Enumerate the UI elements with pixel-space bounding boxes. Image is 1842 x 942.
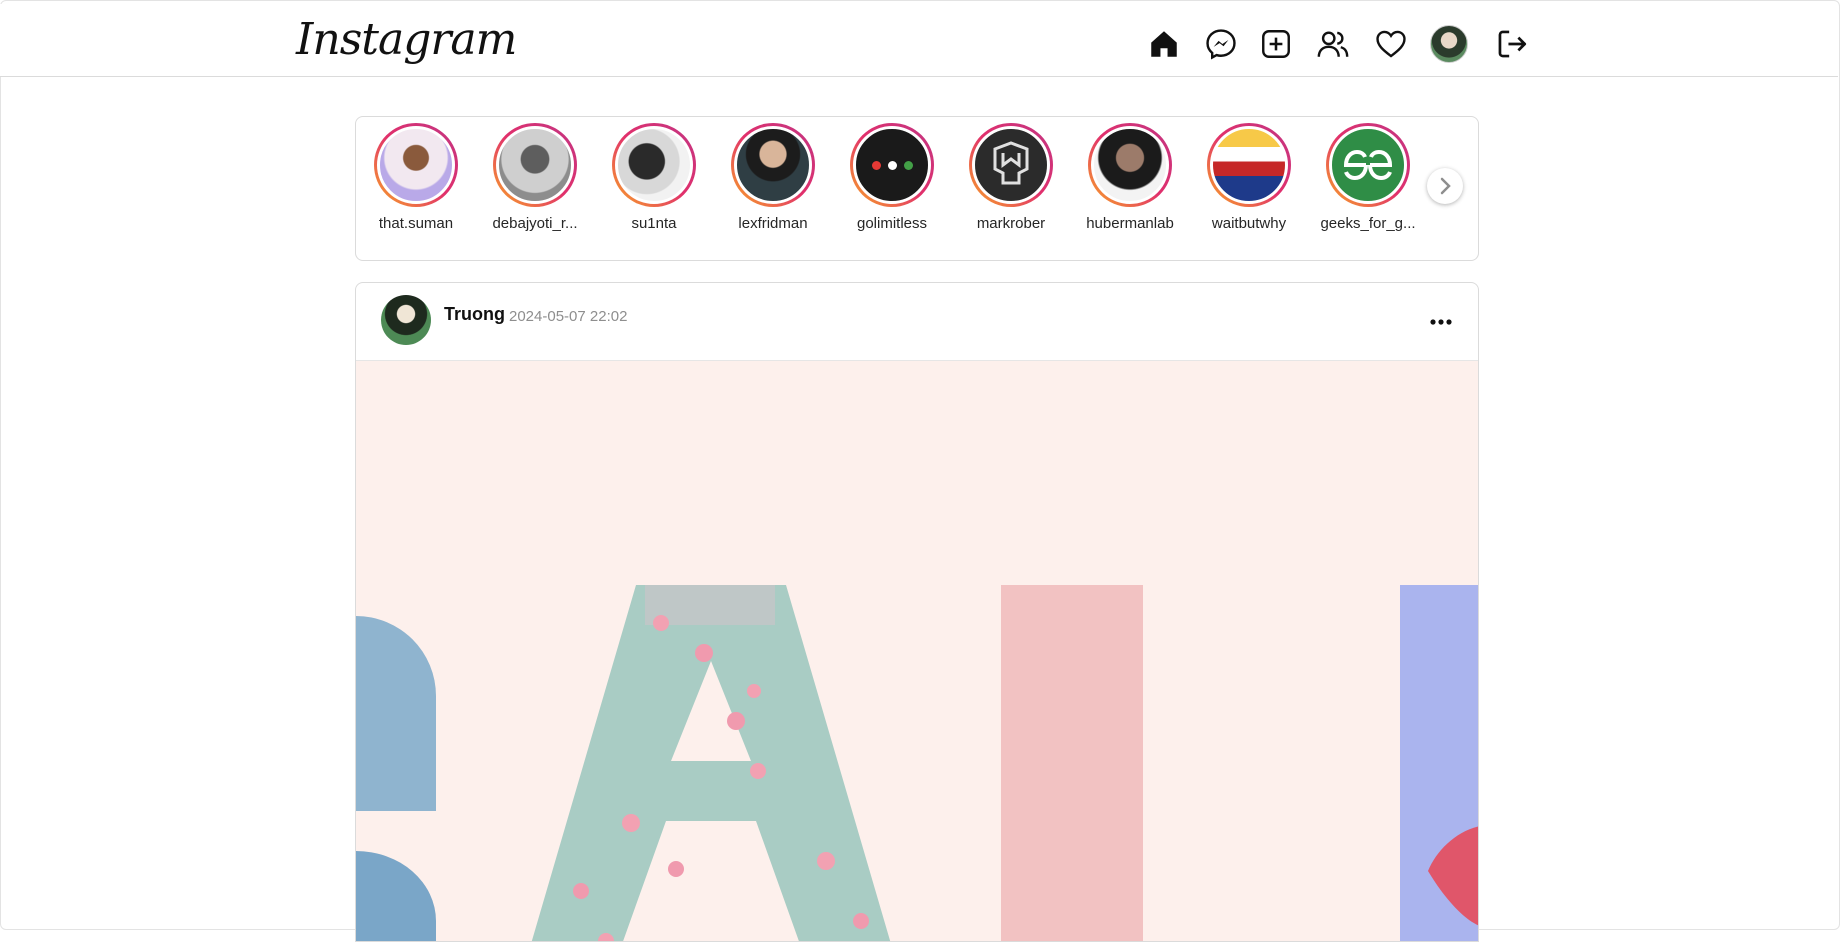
post-header: Truong 2024-05-07 22:02 (356, 283, 1478, 361)
story-avatar (1329, 126, 1407, 204)
post-image[interactable] (356, 361, 1478, 941)
post-author-avatar[interactable] (381, 295, 431, 345)
more-options-icon[interactable] (1430, 313, 1452, 331)
story-username: debajyoti_r... (492, 215, 578, 232)
story-avatar (853, 126, 931, 204)
story-item[interactable]: debajyoti_r... (475, 123, 595, 232)
stories-tray: that.suman debajyoti_r... su1nta lexfrid… (355, 116, 1479, 261)
create-post-icon[interactable] (1257, 25, 1295, 63)
story-username: that.suman (378, 215, 454, 232)
story-avatar (1210, 126, 1288, 204)
story-item[interactable]: lexfridman (713, 123, 833, 232)
story-item[interactable]: su1nta (594, 123, 714, 232)
story-username: su1nta (631, 215, 677, 232)
story-avatar (972, 126, 1050, 204)
story-avatar (734, 126, 812, 204)
story-username: waitbutwhy (1211, 215, 1287, 232)
story-username: golimitless (856, 215, 928, 232)
post-username[interactable]: Truong (444, 304, 505, 325)
home-icon[interactable] (1145, 25, 1183, 63)
story-item[interactable]: geeks_for_g... (1308, 123, 1428, 232)
story-username: hubermanlab (1086, 215, 1174, 232)
story-avatar (615, 126, 693, 204)
story-avatar (377, 126, 455, 204)
stories-next-button[interactable] (1427, 168, 1463, 204)
post-timestamp: 2024-05-07 22:02 (509, 308, 628, 325)
story-username: geeks_for_g... (1320, 215, 1416, 232)
story-item[interactable]: hubermanlab (1070, 123, 1190, 232)
feed-post: Truong 2024-05-07 22:02 (355, 282, 1479, 942)
heart-icon[interactable] (1372, 25, 1410, 63)
story-username: lexfridman (738, 215, 808, 232)
story-avatar (496, 126, 574, 204)
story-item[interactable]: that.suman (356, 123, 476, 232)
story-avatar (1091, 126, 1169, 204)
people-icon[interactable] (1314, 25, 1352, 63)
logout-icon[interactable] (1493, 25, 1531, 63)
instagram-logo[interactable]: Instagram (296, 14, 517, 65)
messenger-icon[interactable] (1202, 25, 1240, 63)
story-item[interactable]: waitbutwhy (1189, 123, 1309, 232)
story-item[interactable]: golimitless (832, 123, 952, 232)
story-username: markrober (976, 215, 1046, 232)
top-navbar: Instagram (0, 4, 1838, 77)
story-item[interactable]: markrober (951, 123, 1071, 232)
profile-avatar[interactable] (1430, 25, 1468, 63)
chevron-right-icon (1440, 177, 1451, 195)
